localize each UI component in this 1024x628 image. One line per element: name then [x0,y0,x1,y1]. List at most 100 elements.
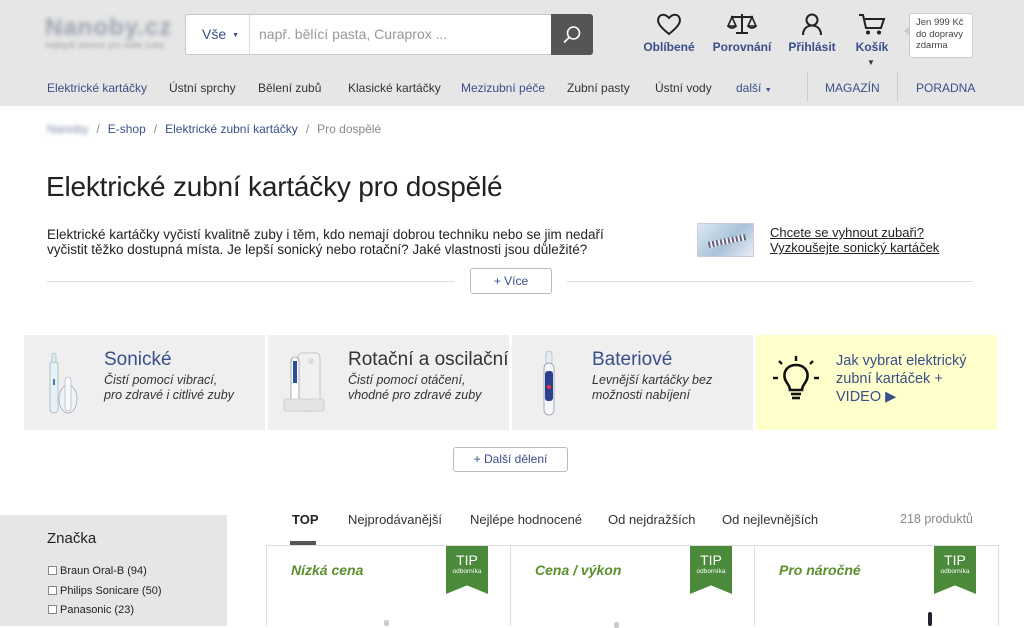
search-category-select[interactable]: Vše ▼ [186,15,250,54]
buying-guide-text: Jak vybrat elektrický zubní kartáček + VID… [836,352,967,406]
category-desc-line: Čistí pomocí vibrací, [104,373,218,387]
chevron-down-icon: ▼ [867,58,875,67]
category-description: Čistí pomocí otáčení, vhodné pro zdravé z… [348,373,481,403]
brand-filter-checkbox[interactable]: Philips Sonicare (50) [48,585,162,597]
sort-tab-top[interactable]: TOP [292,512,319,527]
login-label: Přihlásit [788,40,836,54]
checkbox-icon [48,566,57,575]
sort-tab-best-rated[interactable]: Nejlépe hodnocené [470,512,582,527]
promo-line-1: Chcete se vyhnout zubaři? [770,225,924,240]
category-desc-line: vhodné pro zdravé zuby [348,388,482,402]
breadcrumb-separator: / [305,122,310,136]
header: Nanoby.cz nejlepší pomoc pro vaše zuby V… [0,0,1024,106]
tip-sublabel: odborníka [452,568,482,575]
sonic-brush-image [49,352,78,414]
brand-filter-label: Philips Sonicare (50) [60,585,162,597]
breadcrumb-eshop[interactable]: E-shop [108,122,146,136]
compare-label: Porovnání [712,40,772,54]
category-title: Sonické [104,349,172,370]
brand-filter-heading: Značka [47,530,97,547]
search-category-label: Vše [202,26,227,42]
expert-tip-badge: TIP odborníka [934,546,976,594]
sort-tab-cheapest[interactable]: Od nejlevnějších [722,512,818,527]
divider [567,281,973,282]
nav-toothpastes[interactable]: Zubní pasty [567,81,630,95]
category-desc-line: možnosti nabíjení [592,388,690,402]
free-shipping-note: Jen 999 Kč do dopravy zdarma [904,13,973,58]
nav-more[interactable]: další ▼ [736,81,772,95]
tip-label: TIP [944,552,966,568]
main-nav: Elektrické kartáčky Ústní sprchy Bělení … [0,72,1024,106]
nav-electric-brushes[interactable]: Elektrické kartáčky [47,81,147,95]
guide-line: zubní kartáček + [836,371,943,387]
brand-filter-checkbox[interactable]: Braun Oral-B (94) [48,565,147,577]
compare-link[interactable]: Porovnání [712,12,772,54]
brand-filter-checkbox[interactable]: Panasonic (23) [48,604,134,616]
nav-mouthwashes[interactable]: Ústní vody [655,81,712,95]
favorites-label: Oblíbené [643,40,695,54]
chevron-down-icon: ▼ [232,31,240,39]
expert-tip-badge: TIP odborníka [446,546,488,594]
promo-image[interactable] [697,223,754,257]
product-image [614,622,619,628]
category-rotary[interactable]: Rotační a oscilační Čistí pomocí otáčení… [268,335,509,430]
nav-oral-irrigators[interactable]: Ústní sprchy [169,81,236,95]
search-input[interactable] [259,26,549,42]
buying-guide-tile[interactable]: Jak vybrat elektrický zubní kartáček + VID… [756,335,997,430]
breadcrumb-separator: / [96,122,100,136]
category-battery[interactable]: Bateriové Levnější kartáčky bez možnosti … [512,335,753,430]
intro-text: Elektrické kartáčky vyčistí kvalitně zub… [47,227,604,257]
product-image [384,620,389,626]
nav-more-label: další [736,81,762,95]
favorites-link[interactable]: Oblíbené [643,12,695,54]
more-button[interactable]: + Více [470,268,552,294]
breadcrumb-separator: / [153,122,158,136]
search-button[interactable] [551,14,593,55]
product-badge-label: Pro náročné [779,562,861,578]
nav-advice[interactable]: PORADNA [916,81,975,95]
site-logo[interactable]: Nanoby.cz nejlepší pomoc pro vaše zuby [45,14,171,52]
product-image [928,612,932,626]
login-link[interactable]: Přihlásit [787,12,837,54]
sort-tab-bestselling[interactable]: Nejprodávanější [348,512,442,527]
tip-sublabel: odborníka [940,568,970,575]
tip-sublabel: odborníka [696,568,726,575]
rotary-brush-image [283,352,325,412]
category-title: Rotační a oscilační [348,349,509,370]
promo-line-2: Vyzkoušejte sonický kartáček [770,240,940,255]
product-card[interactable]: Pro náročné TIP odborníka [754,546,999,626]
sonic-promo-link[interactable]: Chcete se vyhnout zubaři? Vyzkoušejte son… [770,225,939,255]
logo-tagline: nejlepší pomoc pro vaše zuby [45,40,165,50]
nav-interdental-care[interactable]: Mezizubní péče [461,81,545,95]
product-card[interactable]: Nízká cena TIP odborníka [266,546,510,626]
expert-tip-badge: TIP odborníka [690,546,732,594]
divider [47,281,454,282]
category-sonic[interactable]: Sonické Čistí pomocí vibrací, pro zdravé … [24,335,265,430]
filter-sidebar: Značka Braun Oral-B (94) Philips Sonicar… [0,515,227,626]
nav-magazine[interactable]: MAGAZÍN [825,81,880,95]
guide-video-link: VIDEO ▶ [836,389,897,405]
scales-icon [727,14,757,34]
category-desc-line: pro zdravé i citlivé zuby [104,388,234,402]
checkbox-icon [48,605,57,614]
product-card[interactable]: Cena / výkon TIP odborníka [510,546,754,628]
page-title: Elektrické zubní kartáčky pro dospělé [46,171,503,202]
brand-filter-label: Panasonic (23) [60,604,134,616]
nav-classic-brushes[interactable]: Klasické kartáčky [348,81,441,95]
more-divisions-button[interactable]: + Další dělení [453,447,568,472]
search-icon [563,25,581,43]
category-description: Čistí pomocí vibrací, pro zdravé i citliv… [104,373,234,403]
nav-teeth-whitening[interactable]: Bělení zubů [258,81,321,95]
checkbox-icon [48,586,57,595]
breadcrumb-current: Pro dospělé [317,122,382,136]
cart-link[interactable]: Košík [853,12,891,54]
brand-filter-label: Braun Oral-B (94) [60,565,147,577]
sort-tab-most-expensive[interactable]: Od nejdražších [608,512,695,527]
category-desc-line: Čistí pomocí otáčení, [348,373,466,387]
breadcrumb-home[interactable]: Nanoby [47,122,88,136]
category-desc-line: Levnější kartáčky bez [592,373,713,387]
battery-brush-image [543,350,555,416]
cart-label: Košík [855,40,889,54]
category-title: Bateriové [592,349,673,370]
breadcrumb-electric-brushes[interactable]: Elektrické zubní kartáčky [165,122,298,136]
